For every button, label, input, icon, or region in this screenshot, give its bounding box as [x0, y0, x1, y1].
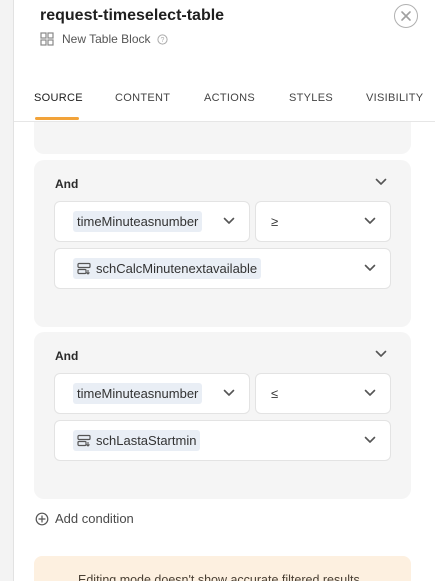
block-type-label: New Table Block	[62, 32, 151, 46]
svg-text:?: ?	[160, 37, 164, 44]
filter-group: And timeMinuteasnumber ≥ schCalcMinutene…	[34, 160, 411, 327]
conjunction-label: And	[55, 349, 79, 363]
field-name: timeMinuteasnumber	[77, 386, 199, 401]
notice-text: Editing mode doesn't show accurate filte…	[78, 573, 360, 581]
field-select[interactable]: timeMinuteasnumber	[54, 373, 250, 414]
field-select[interactable]: timeMinuteasnumber	[54, 201, 250, 242]
value-name: schLastaStartmin	[96, 433, 197, 448]
chevron-down-icon	[364, 217, 376, 224]
chevron-down-icon	[364, 436, 376, 443]
field-pill: timeMinuteasnumber	[73, 383, 203, 404]
plus-circle-icon	[35, 512, 49, 525]
add-condition-label: Add condition	[55, 511, 134, 526]
active-tab-indicator	[35, 117, 79, 120]
tab-actions[interactable]: ACTIONS	[204, 92, 255, 104]
block-title: request-timeselect-table	[40, 7, 225, 24]
source-settings: And timeMinuteasnumber ≥ schCalcMinutene…	[14, 122, 435, 581]
close-icon	[401, 11, 411, 21]
value-name: schCalcMinutenextavailable	[96, 261, 258, 276]
value-select[interactable]: schLastaStartmin	[54, 420, 391, 461]
tab-styles[interactable]: STYLES	[289, 92, 333, 104]
add-condition-button[interactable]: Add condition	[35, 511, 134, 526]
chevron-down-icon[interactable]	[375, 350, 387, 358]
tab-source[interactable]: SOURCE	[34, 92, 83, 104]
chevron-down-icon[interactable]	[375, 178, 387, 186]
tab-bar: SOURCE CONTENT ACTIONS STYLES VISIBILITY	[14, 80, 435, 122]
operator-select[interactable]: ≤	[255, 373, 391, 414]
chevron-down-icon	[364, 389, 376, 396]
operator-value: ≥	[271, 214, 279, 229]
value-pill: schCalcMinutenextavailable	[73, 258, 262, 279]
field-name: timeMinuteasnumber	[77, 214, 199, 229]
value-pill: schLastaStartmin	[73, 430, 201, 451]
editing-mode-notice: Editing mode doesn't show accurate filte…	[34, 556, 411, 581]
properties-panel: request-timeselect-table New Table Block…	[14, 0, 435, 581]
database-icon	[77, 262, 91, 275]
chevron-down-icon	[223, 217, 235, 224]
operator-value: ≤	[271, 386, 279, 401]
help-icon[interactable]: ?	[156, 33, 168, 45]
operator-select[interactable]: ≥	[255, 201, 391, 242]
table-grid-icon	[40, 32, 54, 46]
filter-group: And timeMinuteasnumber ≤ schLastaStartmi…	[34, 332, 411, 499]
filter-group-previous	[34, 122, 411, 154]
chevron-down-icon	[364, 264, 376, 271]
field-pill: timeMinuteasnumber	[73, 211, 203, 232]
tab-visibility[interactable]: VISIBILITY	[366, 92, 423, 104]
tab-content[interactable]: CONTENT	[115, 92, 170, 104]
block-type: New Table Block ?	[40, 32, 168, 46]
value-select[interactable]: schCalcMinutenextavailable	[54, 248, 391, 289]
conjunction-label: And	[55, 177, 79, 191]
chevron-down-icon	[223, 389, 235, 396]
database-icon	[77, 434, 91, 447]
side-gutter	[0, 0, 14, 581]
close-button[interactable]	[394, 4, 418, 28]
